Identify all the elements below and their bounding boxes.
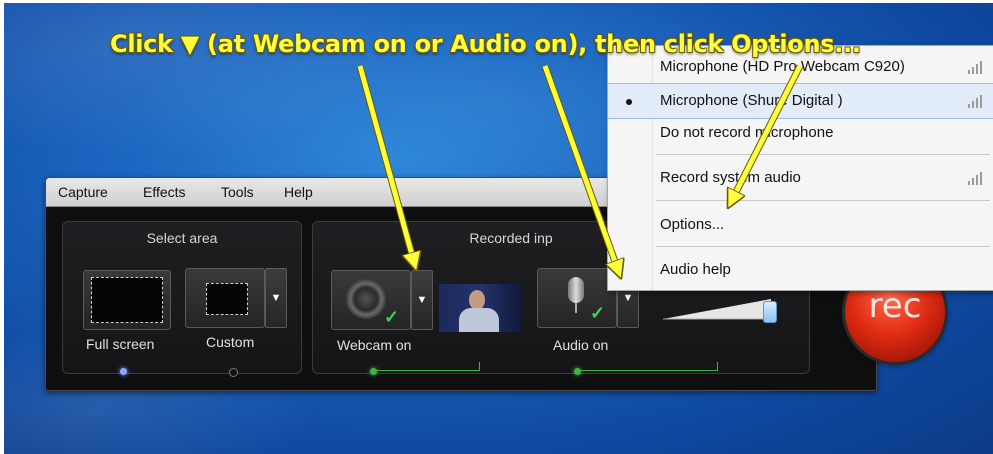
menu-item-label: Options... xyxy=(660,216,725,233)
menu-item-label: Do not record microphone xyxy=(660,124,834,141)
menu-item-label: Microphone (Shure Digital ) xyxy=(660,92,843,109)
menu-item-label: Microphone (HD Pro Webcam C920) xyxy=(660,58,905,75)
menu-item-no-microphone[interactable]: Do not record microphone xyxy=(608,116,993,150)
webcam-icon xyxy=(346,279,386,319)
microphone-stand xyxy=(575,303,577,313)
microphone-icon xyxy=(568,277,584,303)
menu-capture[interactable]: Capture xyxy=(58,184,108,200)
webcam-bracket xyxy=(373,362,480,371)
menu-item-options[interactable]: Options... xyxy=(608,208,993,242)
selected-bullet-icon xyxy=(626,99,632,105)
audio-level-icon xyxy=(968,60,986,74)
audio-toggle-button[interactable]: ✓ xyxy=(537,268,617,328)
webcam-indicator xyxy=(370,368,377,375)
webcam-on-label: Webcam on xyxy=(337,337,412,353)
record-button-label: rec xyxy=(868,286,922,326)
custom-label: Custom xyxy=(206,334,255,350)
webcam-preview-shirt xyxy=(459,308,499,332)
full-screen-icon xyxy=(91,277,163,323)
audio-indicator xyxy=(574,368,581,375)
webcam-dropdown[interactable]: ▼ xyxy=(411,270,433,330)
webcam-preview-face xyxy=(469,290,485,310)
audio-level-icon xyxy=(968,94,986,108)
custom-area-icon xyxy=(206,283,248,315)
instruction-callout: Click ▼ (at Webcam on or Audio on), then… xyxy=(110,30,861,58)
full-screen-label: Full screen xyxy=(86,336,155,352)
custom-area-button[interactable] xyxy=(185,268,265,328)
menu-tools[interactable]: Tools xyxy=(221,184,254,200)
menu-effects[interactable]: Effects xyxy=(143,184,186,200)
menu-help[interactable]: Help xyxy=(284,184,313,200)
full-screen-indicator xyxy=(120,368,127,375)
audio-level-icon xyxy=(968,171,986,185)
webcam-preview xyxy=(439,284,521,332)
custom-area-dropdown[interactable]: ▼ xyxy=(265,268,287,328)
audio-check-icon: ✓ xyxy=(590,303,606,323)
menu-item-mic-shure[interactable]: Microphone (Shure Digital ) xyxy=(608,83,993,119)
webcam-check-icon: ✓ xyxy=(384,307,400,327)
menu-separator xyxy=(656,246,990,247)
audio-options-menu: Microphone (HD Pro Webcam C920) Micropho… xyxy=(607,45,993,291)
audio-bracket xyxy=(577,362,718,371)
volume-slider-thumb[interactable] xyxy=(763,301,777,323)
menu-item-label: Record system audio xyxy=(660,169,801,186)
webcam-toggle-button[interactable]: ✓ xyxy=(331,270,411,330)
audio-on-label: Audio on xyxy=(553,337,609,353)
menu-separator xyxy=(656,154,990,155)
menu-separator xyxy=(656,200,990,201)
menu-item-audio-help[interactable]: Audio help xyxy=(608,253,993,287)
menu-item-system-audio[interactable]: Record system audio xyxy=(608,161,993,195)
menu-item-label: Audio help xyxy=(660,261,731,278)
full-screen-button[interactable] xyxy=(83,270,171,330)
audio-volume-slider[interactable] xyxy=(663,297,777,323)
custom-indicator xyxy=(229,368,238,377)
audio-volume-ramp xyxy=(663,299,771,320)
